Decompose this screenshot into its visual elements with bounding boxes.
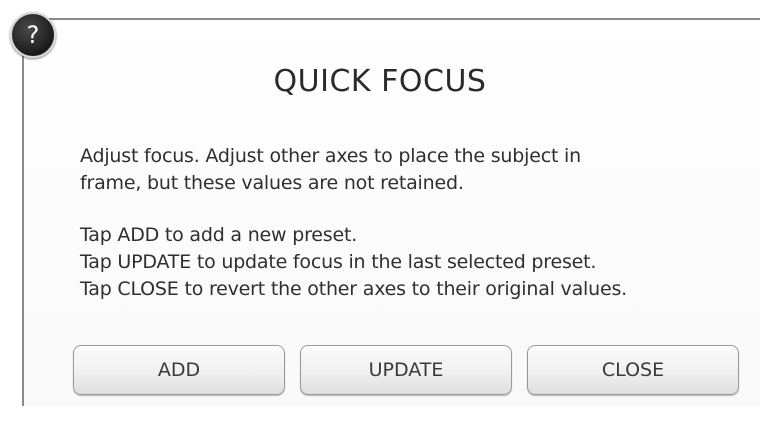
instructions-paragraph-1: Adjust focus. Adjust other axes to place… — [80, 143, 740, 197]
update-button[interactable]: UPDATE — [300, 345, 512, 395]
instructions-paragraph-2: Tap ADD to add a new preset. Tap UPDATE … — [80, 222, 740, 303]
instruction-line: Tap ADD to add a new preset. — [80, 224, 358, 246]
instruction-line: Tap UPDATE to update focus in the last s… — [80, 251, 597, 273]
instruction-line: Tap CLOSE to revert the other axes to th… — [80, 278, 627, 300]
dialog-button-row: ADD UPDATE CLOSE — [73, 345, 741, 397]
close-button[interactable]: CLOSE — [527, 345, 739, 395]
add-button[interactable]: ADD — [73, 345, 285, 395]
instruction-line: frame, but these values are not retained… — [80, 172, 464, 194]
help-icon[interactable]: ? — [10, 12, 56, 58]
instruction-line: Adjust focus. Adjust other axes to place… — [80, 145, 581, 167]
dialog-body: Adjust focus. Adjust other axes to place… — [80, 143, 740, 303]
dialog-title: QUICK FOCUS — [273, 64, 487, 99]
